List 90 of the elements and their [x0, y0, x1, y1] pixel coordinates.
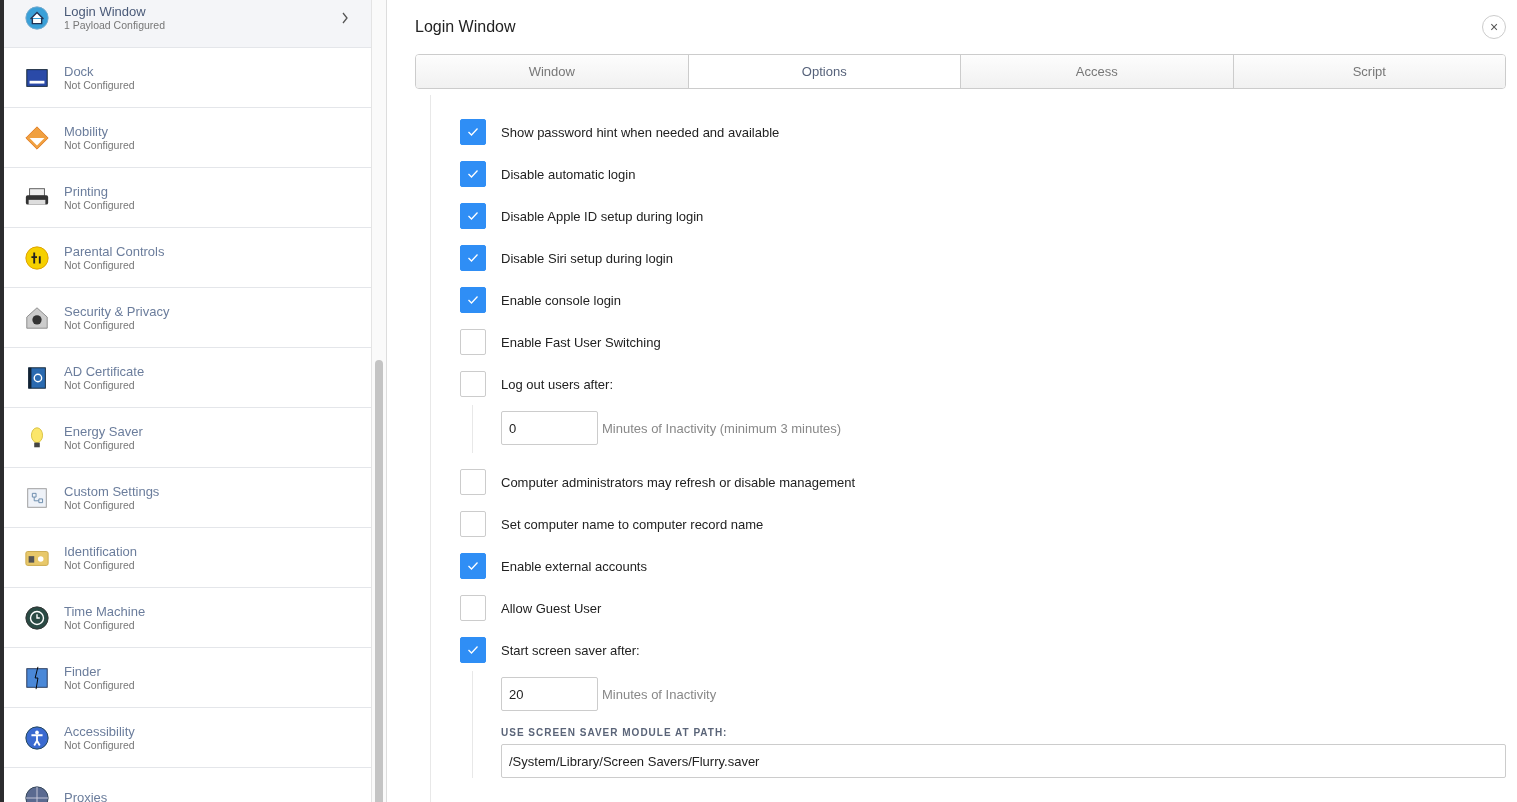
accessibility-icon — [24, 724, 50, 751]
item-title: Time Machine — [64, 603, 147, 619]
option-label: Set computer name to computer record name — [501, 516, 764, 532]
option-label: Allow Guest User — [501, 600, 602, 616]
item-title: Printing — [64, 183, 110, 199]
sidebar-item[interactable]: Proxies — [4, 768, 371, 802]
sidebar-item[interactable]: Finder Not Configured — [4, 648, 371, 708]
option-label: Enable Fast User Switching — [501, 334, 661, 350]
minutes-field[interactable]: 20 — [501, 677, 598, 711]
sidebar-item[interactable]: Time Machine Not Configured — [4, 588, 371, 648]
checkbox[interactable] — [460, 119, 486, 145]
item-status: Not Configured — [64, 78, 136, 92]
option-label: Log out users after: — [501, 376, 613, 392]
item-status: Not Configured — [64, 558, 136, 572]
sidebar-item[interactable]: AD Certificate Not Configured — [4, 348, 371, 408]
check-icon — [467, 645, 479, 655]
checkbox[interactable] — [460, 329, 486, 355]
family-icon — [24, 244, 50, 271]
item-status: 1 Payload Configured — [64, 18, 166, 32]
field-hint: Minutes of Inactivity — [602, 686, 717, 702]
checkbox[interactable] — [460, 595, 486, 621]
item-title: Login Window — [64, 3, 147, 19]
item-title: Parental Controls — [64, 243, 166, 259]
option-label: Disable automatic login — [501, 166, 636, 182]
sidebar-item[interactable]: Mobility Not Configured — [4, 108, 371, 168]
item-status: Not Configured — [64, 198, 136, 212]
tab[interactable]: Access — [960, 55, 1233, 88]
checkbox[interactable] — [460, 161, 486, 187]
field-hint: Minutes of Inactivity (minimum 3 minutes) — [602, 420, 842, 436]
option-label: Disable Apple ID setup during login — [501, 208, 704, 224]
sidebar-item[interactable]: Energy Saver Not Configured — [4, 408, 371, 468]
item-status: Not Configured — [64, 618, 136, 632]
sidebar-item[interactable]: Login Window 1 Payload Configured — [4, 0, 371, 48]
close-button[interactable]: × — [1482, 15, 1506, 39]
check-icon — [467, 253, 479, 263]
option-label: Enable external accounts — [501, 558, 647, 574]
check-icon — [467, 295, 479, 305]
checkbox[interactable] — [460, 287, 486, 313]
check-icon — [467, 211, 479, 221]
sidebar-item[interactable]: Security & Privacy Not Configured — [4, 288, 371, 348]
option-label: Computer administrators may refresh or disable management — [501, 474, 856, 490]
checkbox[interactable] — [460, 511, 486, 537]
clock-icon — [24, 604, 50, 631]
tab[interactable]: Script — [1232, 55, 1505, 88]
sidebar-item[interactable]: Custom Settings Not Configured — [4, 468, 371, 528]
item-status: Not Configured — [64, 318, 135, 332]
field-label: USE SCREEN SAVER MODULE AT PATH: — [501, 727, 729, 738]
item-title: Dock — [64, 63, 95, 79]
option-label: Disable Siri setup during login — [501, 250, 673, 266]
item-title: Accessibility — [64, 723, 136, 739]
chevron-icon — [341, 11, 349, 24]
item-status: Not Configured — [64, 738, 136, 752]
home-icon — [24, 4, 50, 31]
option-label: Enable console login — [501, 292, 621, 308]
sidebar-item[interactable]: Dock Not Configured — [4, 48, 371, 108]
item-status: Not Configured — [64, 498, 135, 512]
check-icon — [467, 169, 479, 179]
checkbox[interactable] — [460, 553, 486, 579]
check-icon — [467, 127, 479, 137]
item-title: Security & Privacy — [64, 303, 171, 319]
diamond-icon — [24, 124, 50, 151]
item-title: Finder — [64, 663, 102, 679]
sidebar-item[interactable]: Printing Not Configured — [4, 168, 371, 228]
item-title: Proxies — [64, 790, 109, 802]
checkbox[interactable] — [460, 371, 486, 397]
item-status: Not Configured — [64, 438, 136, 452]
sidebar-item[interactable]: Parental Controls Not Configured — [4, 228, 371, 288]
tab[interactable]: Window — [416, 55, 688, 88]
option-label: Start screen saver after: — [501, 642, 640, 658]
sidebar-item[interactable]: Identification Not Configured — [4, 528, 371, 588]
option-label: Show password hint when needed and available — [501, 124, 780, 140]
checkbox[interactable] — [460, 245, 486, 271]
checkbox[interactable] — [460, 469, 486, 495]
item-status: Not Configured — [64, 258, 136, 272]
item-status: Not Configured — [64, 678, 136, 692]
minutes-field[interactable]: 0 — [501, 411, 598, 445]
item-status: Not Configured — [64, 138, 136, 152]
item-title: AD Certificate — [64, 363, 146, 379]
path-field[interactable]: /System/Library/Screen Savers/Flurry.saver — [501, 744, 1506, 778]
item-title: Identification — [64, 543, 138, 559]
item-title: Mobility — [64, 123, 110, 139]
check-icon — [467, 561, 479, 571]
panel-title: Login Window — [415, 18, 516, 36]
item-title: Energy Saver — [64, 423, 144, 439]
item-status: Not Configured — [64, 378, 136, 392]
checkbox[interactable] — [460, 203, 486, 229]
scrollbar-thumb[interactable] — [375, 360, 383, 802]
checkbox[interactable] — [460, 637, 486, 663]
item-title: Custom Settings — [64, 483, 161, 499]
sidebar-item[interactable]: Accessibility Not Configured — [4, 708, 371, 768]
